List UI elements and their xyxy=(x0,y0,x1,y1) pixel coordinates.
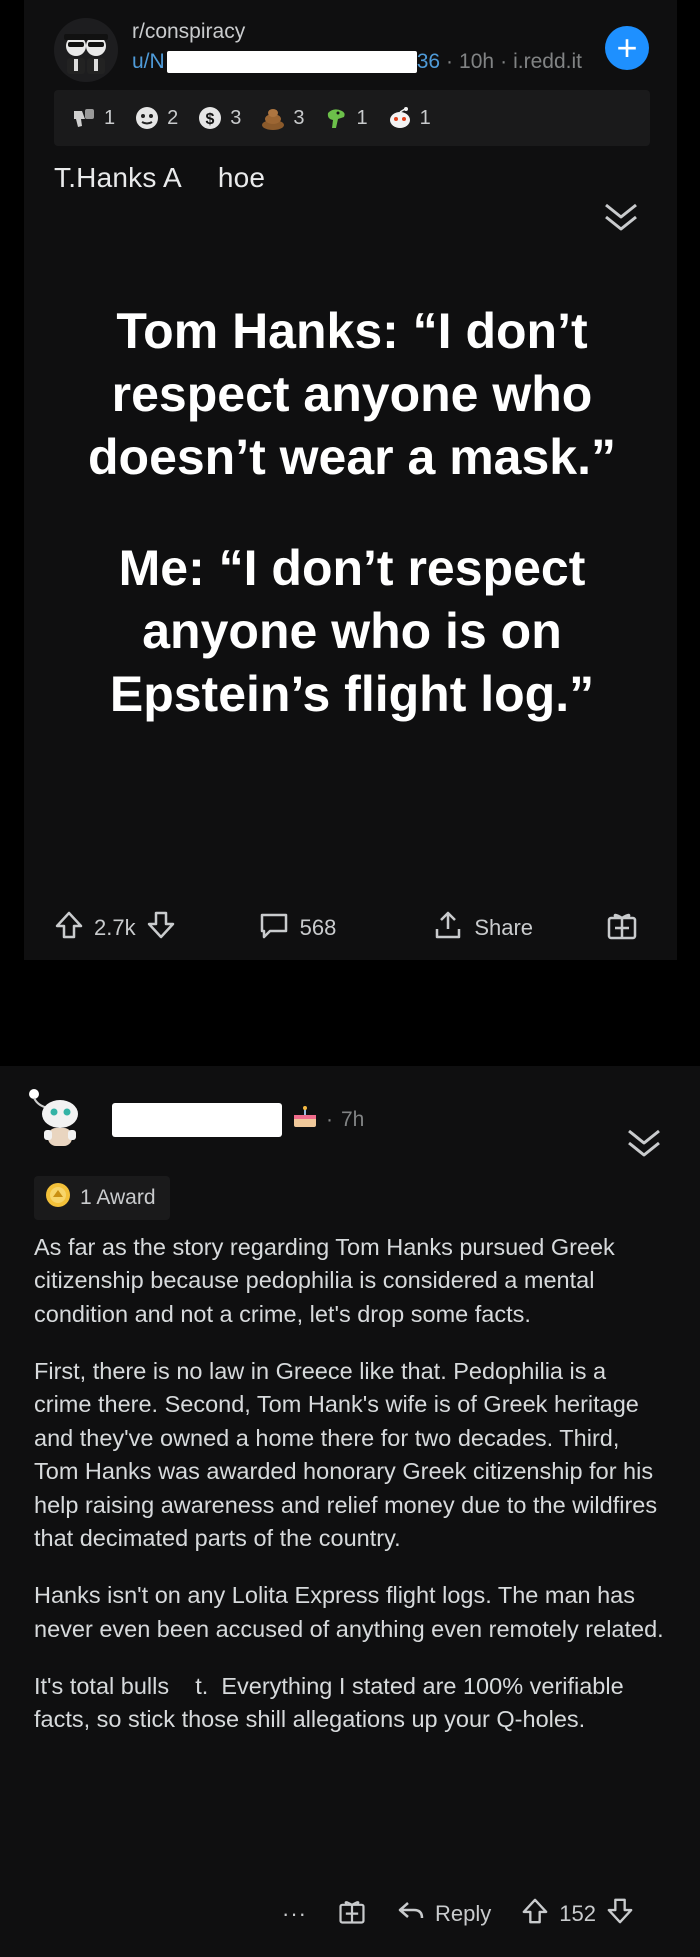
meme-text: Me: “I don’t respect anyone who is on Ep… xyxy=(109,540,595,722)
post-title-part: T.Hanks A xyxy=(54,162,182,193)
comment-time-separator: · xyxy=(326,1108,333,1131)
upvote-icon[interactable] xyxy=(54,910,84,946)
redacted-username xyxy=(166,51,417,73)
meta-separator: · xyxy=(446,50,454,73)
comment-paragraph: First, there is no law in Greece like th… xyxy=(34,1358,658,1551)
poop-award-icon xyxy=(259,104,287,132)
collapse-chevron-icon[interactable] xyxy=(603,202,639,237)
post-title[interactable]: T.Hanks A hoe xyxy=(54,162,265,194)
gift-icon xyxy=(337,1896,367,1932)
dollar-award-icon: $ xyxy=(196,104,224,132)
post-header: r/conspiracy u/N 36 · 10h · i.redd.it xyxy=(54,18,582,82)
comment-score: 152 xyxy=(559,1901,596,1926)
svg-text:$: $ xyxy=(206,111,215,128)
comments-button[interactable]: 568 xyxy=(258,909,337,947)
gift-icon xyxy=(605,908,639,948)
redacted-commenter-name xyxy=(112,1103,282,1137)
more-options-button[interactable]: ··· xyxy=(282,1901,307,1927)
give-award-button[interactable] xyxy=(337,1896,367,1932)
award-item: 3 xyxy=(259,104,305,132)
meme-text: Tom Hanks: “I don’t respect anyone who d… xyxy=(87,303,616,485)
username-prefix[interactable]: u/N xyxy=(132,50,165,74)
award-count: 1 xyxy=(419,106,431,129)
comment-paragraph: It's total bulls t. Everything I stated … xyxy=(34,1672,631,1733)
join-button[interactable]: + xyxy=(605,26,649,70)
award-label: 1 Award xyxy=(80,1186,156,1209)
face-award-icon xyxy=(133,104,161,132)
award-item: $ 3 xyxy=(196,104,241,132)
comment-time: 7h xyxy=(341,1108,365,1131)
award-item: 1 xyxy=(70,104,115,132)
downvote-icon[interactable] xyxy=(146,910,176,946)
post-image-meme[interactable]: Tom Hanks: “I don’t respect anyone who d… xyxy=(54,300,650,726)
dino-award-icon xyxy=(323,104,351,132)
award-count: 1 xyxy=(104,106,116,129)
upvote-icon[interactable] xyxy=(521,1897,549,1931)
comment-award-badge[interactable]: 1 Award xyxy=(34,1176,170,1220)
comment-paragraph: Hanks isn't on any Lolita Express flight… xyxy=(34,1582,664,1642)
comment-count: 568 xyxy=(299,915,337,940)
cake-icon xyxy=(292,1105,318,1135)
reply-label: Reply xyxy=(434,1901,492,1926)
share-label: Share xyxy=(474,915,534,940)
award-medal-icon xyxy=(44,1181,72,1215)
share-button[interactable]: Share xyxy=(432,909,533,947)
award-count: 2 xyxy=(167,106,179,129)
award-count: 3 xyxy=(230,106,242,129)
comment-paragraph: As far as the story regarding Tom Hanks … xyxy=(34,1234,615,1327)
award-item: 1 xyxy=(323,104,368,132)
snoo-award-icon xyxy=(386,104,414,132)
awards-bar[interactable]: 1 2 $ 3 3 1 1 xyxy=(54,90,650,146)
reply-icon xyxy=(397,1899,425,1929)
downvote-icon[interactable] xyxy=(606,1897,634,1931)
post-action-bar: 2.7k 568 Share xyxy=(54,908,674,948)
comment-action-bar: ··· Reply 152 xyxy=(282,1896,634,1932)
username-suffix[interactable]: 36 xyxy=(417,50,440,74)
post-domain[interactable]: i.redd.it xyxy=(513,50,582,74)
collapse-chevron-icon[interactable] xyxy=(626,1128,662,1163)
award-count: 1 xyxy=(356,106,368,129)
award-item: 1 xyxy=(386,104,431,132)
post-time: 10h xyxy=(459,50,495,73)
post-vote: 2.7k xyxy=(54,910,176,946)
share-icon xyxy=(432,909,464,947)
comment-icon xyxy=(258,909,290,947)
comment-avatar[interactable] xyxy=(26,1088,90,1152)
comment-vote: 152 xyxy=(521,1897,634,1931)
post-card: r/conspiracy u/N 36 · 10h · i.redd.it + … xyxy=(24,0,677,960)
give-award-button[interactable] xyxy=(605,908,639,948)
subreddit-name[interactable]: r/conspiracy xyxy=(132,20,582,44)
comment-header: · 7h xyxy=(26,1088,364,1152)
post-meta: r/conspiracy u/N 36 · 10h · i.redd.it xyxy=(132,18,582,74)
post-score: 2.7k xyxy=(94,915,136,940)
thumbs-down-award-icon xyxy=(70,104,98,132)
post-title-part: hoe xyxy=(217,162,266,193)
reply-button[interactable]: Reply xyxy=(397,1899,491,1929)
meta-separator: · xyxy=(500,50,508,73)
post-byline: u/N 36 · 10h · i.redd.it xyxy=(132,50,582,74)
award-count: 3 xyxy=(293,106,305,129)
comment-card: · 7h 1 Award As far as the story regardi… xyxy=(0,1066,700,1957)
subreddit-avatar[interactable] xyxy=(54,18,118,82)
award-item: 2 xyxy=(133,104,178,132)
comment-body: As far as the story regarding Tom Hanks … xyxy=(34,1231,664,1761)
